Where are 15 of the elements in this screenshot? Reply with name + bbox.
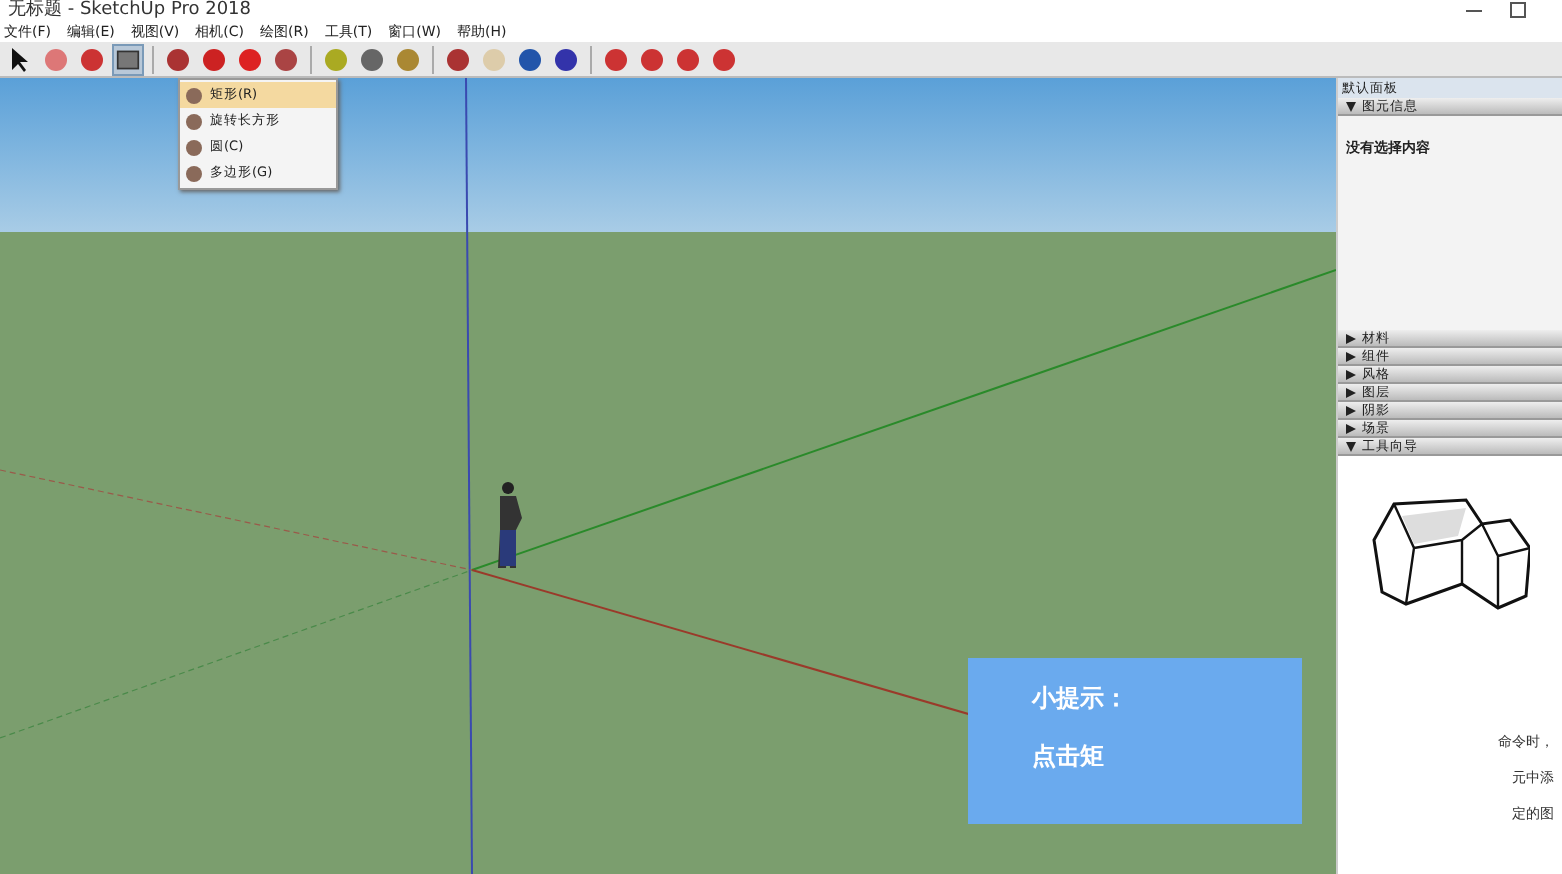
tool-icon[interactable]	[550, 43, 582, 75]
tool-icon[interactable]	[442, 43, 474, 75]
tip-title: 小提示：	[1032, 682, 1130, 716]
person-figure-drawing	[498, 482, 522, 568]
tool-icon[interactable]	[162, 43, 194, 75]
tool-icon[interactable]	[356, 43, 388, 75]
down-triangle-icon	[1346, 441, 1356, 451]
tool-icon[interactable]	[270, 43, 302, 75]
down-triangle-icon	[1346, 101, 1356, 111]
tool-icon[interactable]	[514, 43, 546, 75]
window-title: 无标题 - SketchUp Pro 2018	[8, 0, 251, 20]
tip-text: 点击矩	[1032, 740, 1106, 774]
tool-icon[interactable]	[112, 43, 144, 75]
maximize-icon[interactable]	[1510, 2, 1526, 18]
tool-icon[interactable]	[198, 43, 230, 75]
